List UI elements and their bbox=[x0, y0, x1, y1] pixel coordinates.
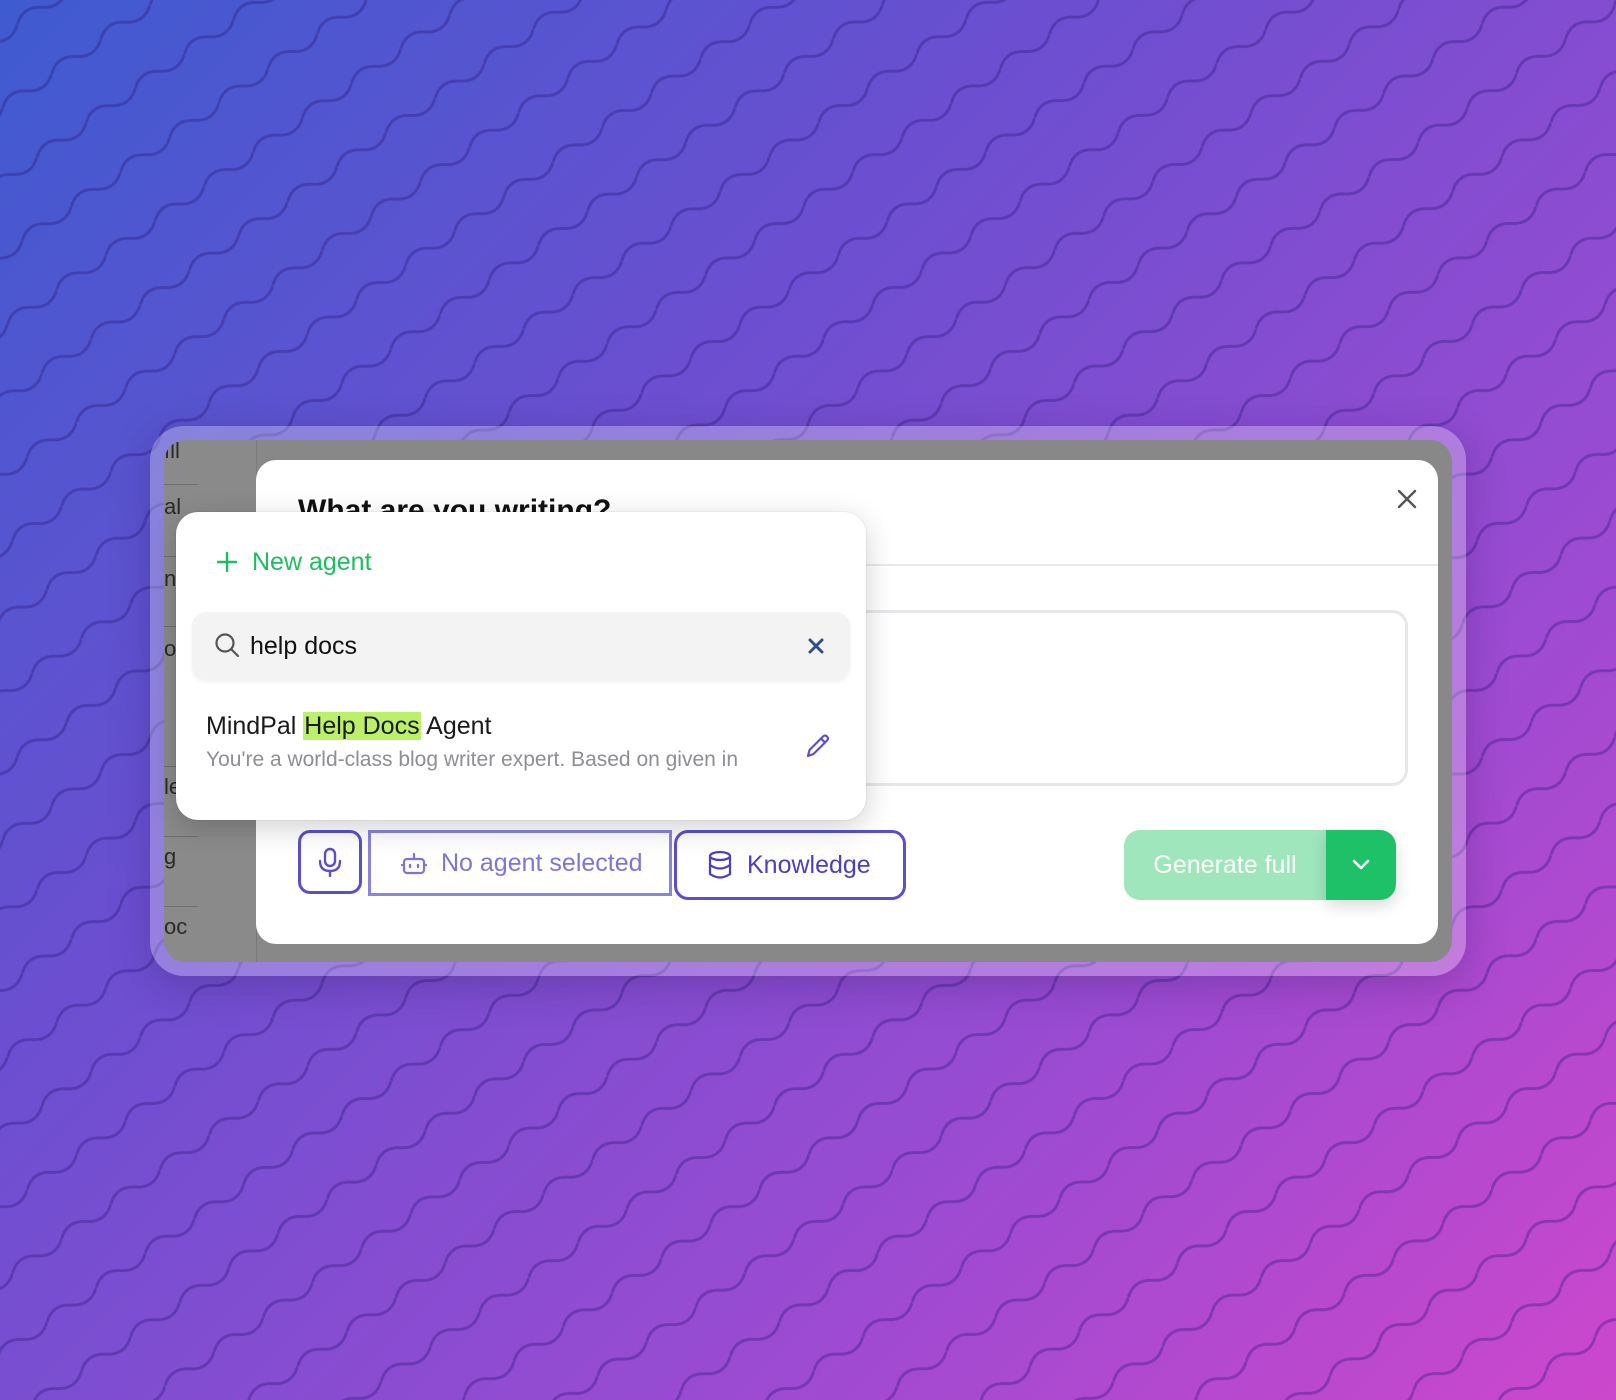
search-icon bbox=[215, 633, 240, 658]
voice-input-button[interactable] bbox=[298, 830, 362, 894]
knowledge-button[interactable]: Knowledge bbox=[674, 830, 906, 900]
agent-title-suffix: Agent bbox=[420, 712, 492, 740]
sidebar-divider bbox=[164, 906, 198, 907]
agent-select-button[interactable]: No agent selected bbox=[368, 830, 672, 896]
sidebar-fragment: g bbox=[164, 844, 177, 869]
agent-result-item[interactable]: MindPal Help Docs Agent You're a world-c… bbox=[176, 702, 866, 802]
database-icon bbox=[708, 850, 732, 879]
microphone-icon bbox=[318, 847, 342, 877]
generate-options-button[interactable] bbox=[1326, 830, 1396, 900]
agent-search-box bbox=[192, 612, 850, 680]
clear-icon bbox=[808, 638, 824, 654]
sidebar-fragment: ıll bbox=[164, 440, 180, 463]
generate-full-button[interactable]: Generate full bbox=[1124, 830, 1326, 900]
robot-icon bbox=[401, 852, 427, 875]
agent-search-input[interactable] bbox=[250, 626, 790, 666]
agent-dropdown: New agent MindPal Help Docs Agent You're… bbox=[176, 512, 866, 820]
clear-search-button[interactable] bbox=[800, 630, 832, 662]
sidebar-divider bbox=[164, 836, 198, 837]
sidebar-divider bbox=[164, 484, 198, 485]
agent-result-title: MindPal Help Docs Agent bbox=[206, 712, 492, 741]
agent-title-prefix: MindPal bbox=[206, 712, 304, 740]
generate-label: Generate full bbox=[1153, 850, 1297, 879]
sidebar-fragment: oc bbox=[164, 914, 188, 939]
close-button[interactable] bbox=[1390, 482, 1424, 516]
chevron-down-icon bbox=[1352, 859, 1370, 870]
agent-select-label: No agent selected bbox=[441, 848, 643, 877]
edit-agent-button[interactable] bbox=[800, 728, 836, 764]
close-icon bbox=[1397, 489, 1417, 509]
knowledge-label: Knowledge bbox=[747, 850, 871, 879]
new-agent-label: New agent bbox=[252, 547, 372, 576]
plus-icon bbox=[216, 551, 238, 573]
pencil-icon bbox=[806, 734, 830, 758]
agent-result-description: You're a world-class blog writer expert.… bbox=[206, 748, 739, 771]
new-agent-button[interactable]: New agent bbox=[216, 542, 372, 582]
agent-title-highlight: Help Docs bbox=[303, 712, 421, 740]
